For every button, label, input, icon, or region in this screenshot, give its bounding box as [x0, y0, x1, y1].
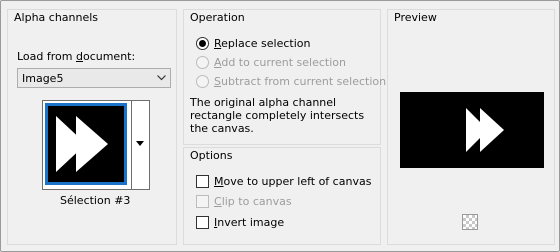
double-arrow-preview-icon: [466, 108, 504, 152]
checkbox[interactable]: [196, 216, 209, 229]
checkbox[interactable]: [196, 195, 209, 208]
operation-description: The original alpha channel rectangle com…: [190, 96, 365, 135]
options-title: Options: [190, 149, 233, 162]
chevron-down-icon: [157, 75, 166, 81]
thumbnail-image: [45, 103, 127, 185]
double-arrow-shape-icon: [56, 116, 108, 172]
alpha-channel-thumbnail[interactable]: [42, 100, 132, 190]
options-group: Options Move to upper left of canvas Cli…: [183, 147, 381, 245]
load-from-document-label: Load from document:: [17, 50, 136, 63]
operation-group: Operation Replace selection Add to curre…: [183, 9, 386, 145]
radio-button[interactable]: [196, 37, 209, 50]
thumbnail-caption: Sélection #3: [60, 194, 131, 207]
document-select[interactable]: Image5: [17, 68, 171, 88]
checkbox-label[interactable]: Invert image: [214, 216, 284, 229]
radio-button[interactable]: [196, 56, 209, 69]
checkbox-label[interactable]: Clip to canvas: [214, 195, 292, 208]
preview-title: Preview: [394, 11, 437, 24]
document-select-value: Image5: [22, 72, 64, 85]
radio-label[interactable]: Subtract from current selection: [214, 75, 386, 88]
operation-title: Operation: [190, 11, 245, 24]
caret-down-icon: [136, 141, 144, 146]
dialog-window: Alpha channels Load from document: Image…: [0, 0, 560, 252]
preview-group: Preview: [387, 9, 555, 245]
checkbox-label[interactable]: Move to upper left of canvas: [214, 175, 371, 188]
radio-label[interactable]: Replace selection: [214, 37, 310, 50]
thumbnail-dropdown-button[interactable]: [132, 100, 150, 190]
alpha-channels-group: Alpha channels Load from document: Image…: [7, 9, 177, 245]
radio-label[interactable]: Add to current selection: [214, 56, 346, 69]
preview-canvas: [400, 92, 544, 168]
transparency-toggle-icon[interactable]: [462, 214, 478, 230]
radio-button[interactable]: [196, 75, 209, 88]
alpha-channels-title: Alpha channels: [14, 11, 99, 24]
checkbox[interactable]: [196, 175, 209, 188]
